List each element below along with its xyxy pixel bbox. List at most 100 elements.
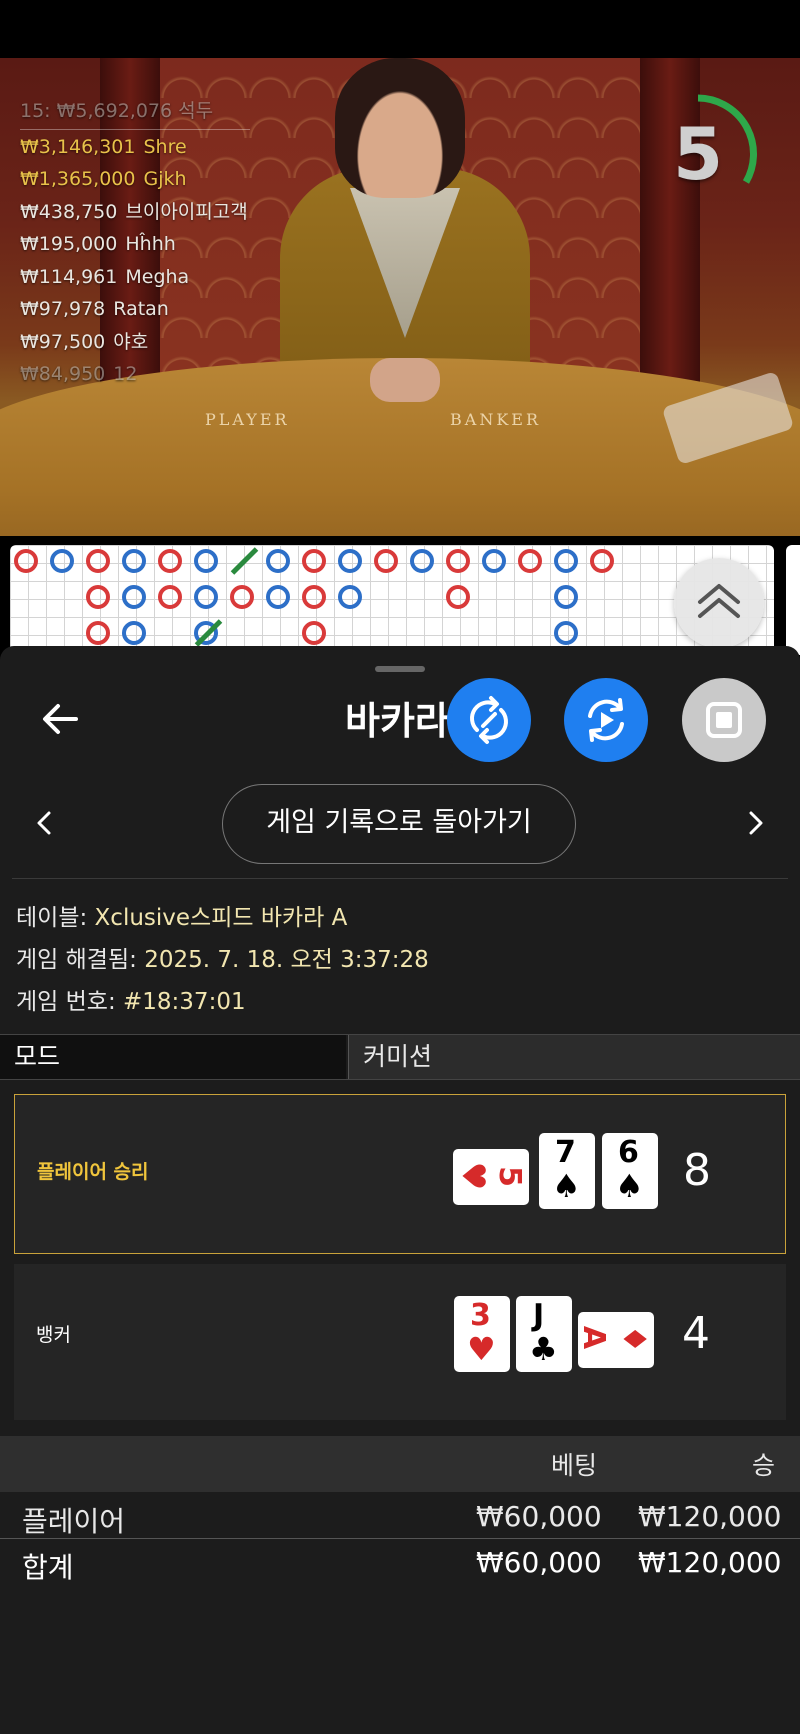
timer-value: 5: [672, 112, 724, 196]
card-suit: ♠: [615, 1167, 644, 1205]
bead-player: [122, 549, 146, 573]
bead-player: [554, 621, 578, 645]
double-chevron-up-icon: [698, 584, 740, 618]
replay-icon: [588, 698, 624, 742]
card: J ♣: [516, 1296, 572, 1372]
bead-banker: [446, 585, 470, 609]
leaderboard-row: ₩195,000 Hĥhh: [20, 228, 250, 261]
back-button[interactable]: [36, 694, 86, 744]
bead-road[interactable]: [10, 545, 774, 655]
status-bar: [0, 0, 800, 58]
leaderboard-name: Megha: [125, 265, 190, 288]
bead-player: [122, 585, 146, 609]
bead-player: [266, 549, 290, 573]
banker-score: 4: [682, 1308, 710, 1359]
leaderboard-row: ₩1,365,000 Gjkh: [20, 163, 250, 196]
leaderboard-name: Ratan: [113, 298, 169, 320]
banker-result-label: 뱅커: [36, 1324, 71, 1346]
chevron-right-icon: [749, 811, 763, 835]
replay-button[interactable]: [564, 678, 648, 762]
bead-player: [194, 585, 218, 609]
bet-row-win: ₩120,000: [638, 1500, 782, 1533]
total-row: 합계 ₩60,000 ₩120,000: [0, 1544, 800, 1588]
tab-mode[interactable]: 모드: [0, 1035, 346, 1079]
leaderboard-amount: ₩195,000: [20, 233, 118, 255]
bet-row-name: 플레이어: [22, 1505, 126, 1538]
bead-banker: [14, 549, 38, 573]
card-suit: ♥: [454, 1161, 493, 1191]
table-info: 테이블: Xclusive스피드 바카라 A: [16, 898, 347, 932]
card: 3 ♥: [454, 1296, 510, 1372]
card-suit: ♥: [467, 1330, 496, 1368]
leaderboard-amount: ₩3,146,301: [20, 135, 136, 158]
total-bet: ₩60,000: [476, 1546, 602, 1579]
resolved-label: 게임 해결됨:: [16, 947, 137, 973]
win-column-header: 승: [752, 1451, 776, 1480]
bead-player: [410, 549, 434, 573]
leaderboard-divider: [20, 128, 250, 130]
secondary-road: [786, 545, 800, 655]
card: 7 ♠: [539, 1133, 595, 1209]
winners-leaderboard: 15: ₩5,692,076 석두 ₩3,146,301 Shre ₩1,365,…: [20, 95, 250, 391]
leaderboard-name: Gjkh: [143, 168, 187, 190]
bead-player: [338, 549, 362, 573]
banker-result: 뱅커 3 ♥ J ♣ A ♦ 4: [14, 1264, 786, 1420]
leaderboard-row: ₩438,750 브이아이피고객: [20, 196, 250, 229]
bead-player: [122, 621, 146, 645]
card-suit: ♦: [615, 1324, 654, 1354]
resolved-info: 게임 해결됨: 2025. 7. 18. 오전 3:37:28: [16, 940, 429, 974]
tab-commission[interactable]: 커미션: [348, 1035, 800, 1079]
bead-banker: [302, 585, 326, 609]
game-history-sheet: 바카라 게임 기록으로 돌아가기 테이블: Xclusive스피드 바카라 A …: [0, 646, 800, 1734]
previous-game-button[interactable]: [30, 808, 60, 838]
leaderboard-amount: ₩84,950: [20, 363, 106, 385]
bead-banker: [230, 585, 254, 609]
sheet-drag-handle[interactable]: [375, 666, 425, 672]
dealer-hands: [370, 358, 440, 402]
leaderboard-name: 브이아이피고객: [125, 200, 248, 223]
player-result: 플레이어 승리 5 ♥ 7 ♠ 6 ♠ 8: [14, 1094, 786, 1254]
back-to-history-button[interactable]: 게임 기록으로 돌아가기: [222, 784, 576, 864]
leaderboard-name: 12: [113, 363, 138, 385]
bead-player: [338, 585, 362, 609]
leaderboard-name: Hĥhh: [125, 233, 176, 255]
mode-tabs: 모드 커미션: [0, 1034, 800, 1080]
bead-player: [50, 549, 74, 573]
leaderboard-row: ₩84,950 12: [20, 358, 250, 391]
card-suit: ♠: [552, 1167, 581, 1205]
page-title: 바카라: [345, 699, 450, 743]
player-result-label: 플레이어 승리: [37, 1161, 149, 1183]
next-game-button[interactable]: [740, 808, 770, 838]
table-label: 테이블:: [16, 905, 88, 931]
swap-view-button[interactable]: [447, 678, 531, 762]
bead-banker: [374, 549, 398, 573]
bead-banker: [86, 549, 110, 573]
leaderboard-name: 야호: [113, 330, 149, 353]
collapse-roads-button[interactable]: [674, 558, 764, 648]
bead-tie: [230, 547, 259, 575]
resolved-value: 2025. 7. 18. 오전 3:37:28: [144, 947, 429, 973]
felt-player-label: PLAYER: [205, 410, 290, 429]
stop-button[interactable]: [682, 678, 766, 762]
card: A ♦: [576, 1312, 654, 1368]
card-rank: 6: [618, 1135, 639, 1170]
leaderboard-amount: ₩97,978: [20, 298, 106, 320]
total-label: 합계: [22, 1551, 74, 1584]
bet-row-amount: ₩60,000: [476, 1500, 602, 1533]
card: 6 ♠: [602, 1133, 658, 1209]
card-rank: 7: [555, 1135, 576, 1170]
stop-icon: [706, 702, 742, 738]
divider: [0, 1538, 800, 1539]
card: 5 ♥: [453, 1149, 529, 1205]
bead-player: [554, 549, 578, 573]
card-rank: 3: [470, 1298, 491, 1333]
card-suit: ♣: [529, 1330, 558, 1368]
leaderboard-header-name: 석두: [178, 100, 214, 122]
game-number-value: #18:37:01: [123, 989, 246, 1015]
rotate-view-icon: [470, 696, 508, 744]
card-rank: J: [533, 1298, 545, 1333]
leaderboard-row: ₩97,978 Ratan: [20, 293, 250, 326]
leaderboard-row: ₩114,961 Megha: [20, 261, 250, 294]
bead-banker: [86, 621, 110, 645]
table-value: Xclusive스피드 바카라 A: [94, 905, 348, 931]
